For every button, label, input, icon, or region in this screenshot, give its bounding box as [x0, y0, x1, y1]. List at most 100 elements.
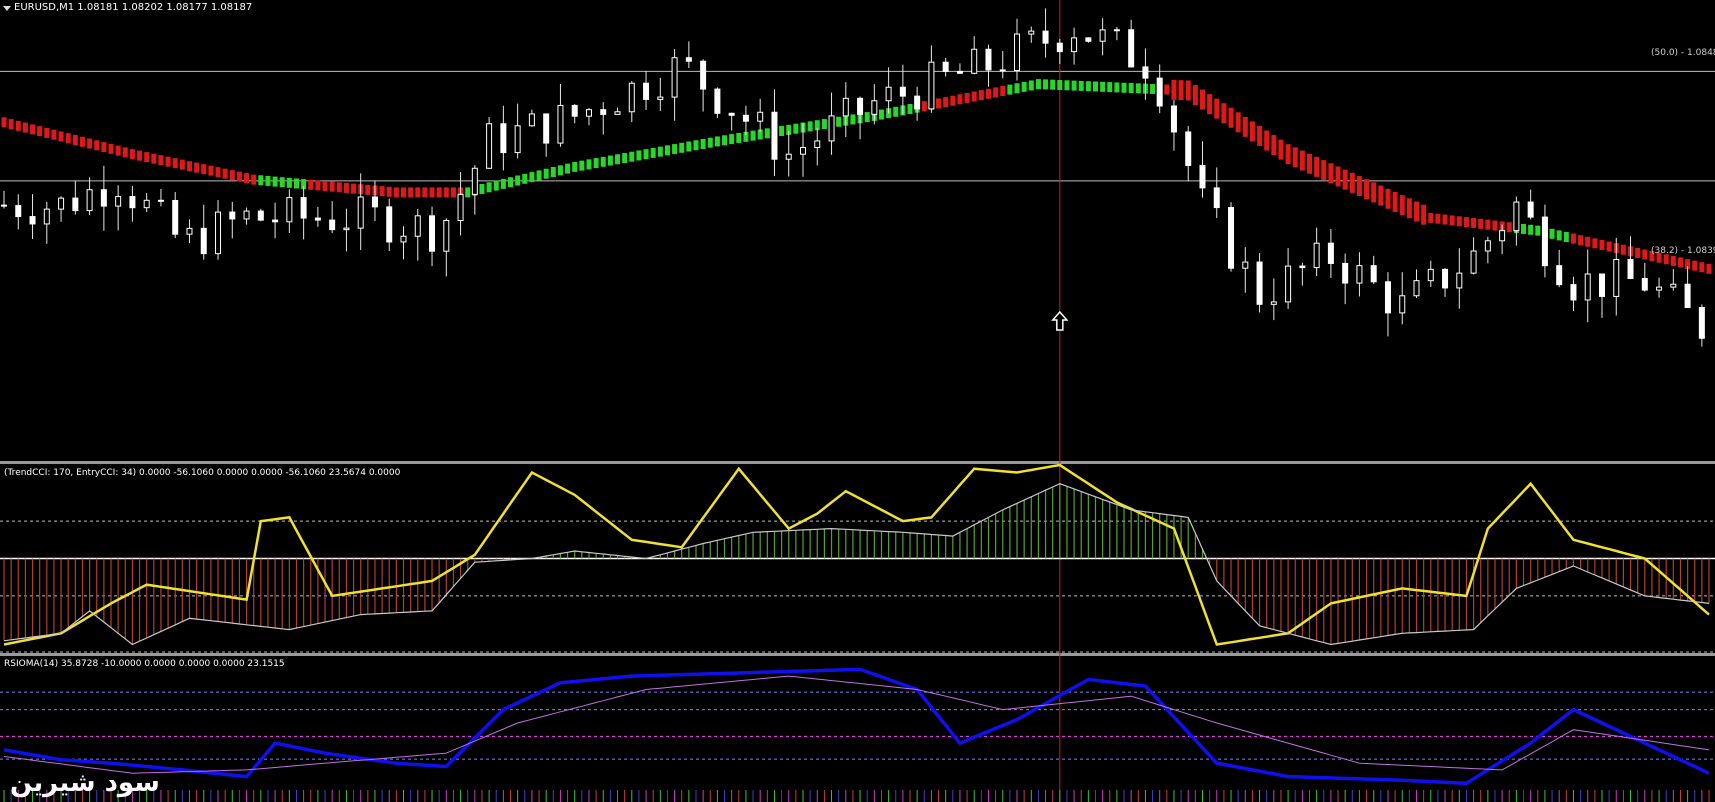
- candle-body: [1270, 301, 1277, 305]
- candle-body: [1242, 261, 1249, 269]
- band-bar: [422, 187, 428, 198]
- band-bar: [593, 158, 599, 169]
- candle-body: [357, 196, 364, 229]
- band-bar: [1528, 224, 1534, 235]
- band-bar: [1278, 139, 1284, 160]
- band-bar: [1521, 223, 1527, 234]
- candle-body: [29, 216, 36, 225]
- candle-body: [1584, 273, 1591, 301]
- candle-body: [58, 197, 65, 210]
- candle-body: [386, 206, 393, 243]
- band-bar: [1307, 153, 1313, 174]
- band-bar: [1463, 217, 1469, 228]
- candle-body: [272, 219, 279, 223]
- band-bar: [1606, 241, 1612, 252]
- band-bar: [1050, 79, 1056, 90]
- band-bar: [950, 95, 956, 106]
- fib-level-38-label: (38.2) - 1.08399: [1651, 246, 1715, 256]
- band-bar: [1043, 79, 1049, 90]
- candle-body: [1099, 29, 1106, 42]
- band-bar: [729, 134, 735, 145]
- band-bar: [700, 138, 706, 149]
- band-bar: [1570, 233, 1576, 244]
- band-bar: [586, 159, 592, 170]
- band-bar: [1235, 112, 1241, 133]
- band-bar: [493, 180, 499, 191]
- rsi-panel-header: RSIOMA(14) 35.8728 -10.0000 0.0000 0.000…: [4, 659, 285, 669]
- band-bar: [807, 121, 813, 132]
- candle-body: [1071, 37, 1078, 53]
- band-bar: [386, 186, 392, 197]
- band-bar: [500, 178, 506, 189]
- band-bar: [486, 182, 492, 193]
- candle-body: [400, 235, 407, 243]
- band-bar: [1007, 84, 1013, 95]
- band-bar: [529, 172, 535, 183]
- price-panel-header: EURUSD,M1 1.08181 1.08202 1.08177 1.0818…: [14, 2, 253, 13]
- band-bar: [657, 146, 663, 157]
- band-bar: [1321, 160, 1327, 181]
- band-bar: [921, 101, 927, 112]
- candle-body: [371, 196, 378, 208]
- band-bar: [1249, 121, 1255, 142]
- band-bar: [151, 153, 157, 164]
- candle-body: [243, 210, 250, 220]
- band-bar: [1078, 80, 1084, 91]
- band-bar: [1449, 215, 1455, 226]
- band-bar: [615, 154, 621, 165]
- candle-body: [871, 100, 878, 115]
- band-bar: [37, 126, 43, 137]
- band-bar: [379, 186, 385, 197]
- candle-body: [828, 115, 835, 142]
- band-bar: [1150, 83, 1156, 94]
- candle-body: [657, 96, 664, 100]
- candle-body: [100, 189, 107, 207]
- band-bar: [343, 182, 349, 193]
- candle-body: [557, 104, 564, 144]
- band-bar: [122, 147, 128, 158]
- trading-chart[interactable]: [0, 0, 1715, 802]
- band-bar: [736, 132, 742, 143]
- candle-body: [1199, 164, 1206, 189]
- band-bar: [864, 112, 870, 123]
- candle-body: [728, 112, 735, 116]
- band-bar: [329, 181, 335, 192]
- candle-body: [614, 111, 621, 115]
- band-bar: [1399, 195, 1405, 216]
- band-bar: [436, 187, 442, 198]
- band-bar: [72, 135, 78, 146]
- candle-body: [643, 82, 650, 100]
- candle-body: [971, 48, 978, 74]
- band-bar: [1585, 236, 1591, 247]
- band-bar: [579, 160, 585, 171]
- band-bar: [244, 173, 250, 184]
- candle-body: [443, 220, 450, 252]
- band-bar: [308, 179, 314, 190]
- band-bar: [707, 137, 713, 148]
- candle-body: [1499, 230, 1506, 242]
- band-bar: [1021, 81, 1027, 92]
- candle-body: [1, 204, 7, 207]
- band-bar: [600, 156, 606, 167]
- band-bar: [1435, 213, 1441, 224]
- candle-body: [329, 219, 336, 231]
- candle-body: [1513, 201, 1520, 232]
- candle-body: [457, 193, 464, 222]
- band-bar: [1285, 144, 1291, 165]
- band-bar: [1335, 166, 1341, 187]
- candle-body: [215, 211, 222, 255]
- band-bar: [94, 140, 100, 151]
- candle-body: [257, 210, 264, 221]
- candle-body: [700, 60, 707, 90]
- band-bar: [365, 184, 371, 195]
- candle-body: [1014, 33, 1021, 72]
- band-bar: [44, 127, 50, 138]
- candle-body: [143, 199, 150, 209]
- band-bar: [550, 167, 556, 178]
- candle-body: [1627, 259, 1634, 279]
- chevron-down-icon[interactable]: [3, 6, 11, 11]
- band-bar: [878, 109, 884, 120]
- candle-body: [72, 197, 79, 212]
- band-bar: [664, 145, 670, 156]
- band-bar: [1670, 255, 1676, 266]
